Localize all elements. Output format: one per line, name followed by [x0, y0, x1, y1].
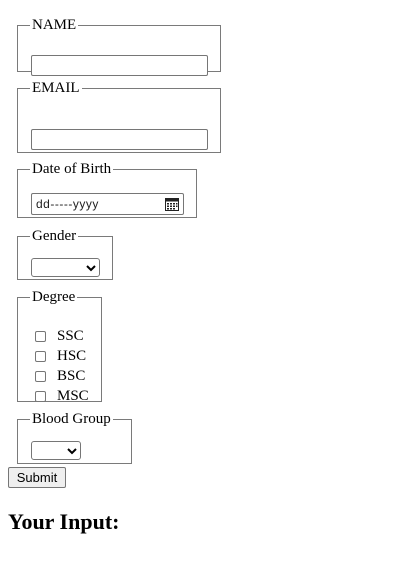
blood-group-legend: Blood Group — [32, 411, 111, 427]
chevron-down-icon — [67, 448, 77, 455]
email-fieldset: EMAIL — [17, 80, 221, 153]
degree-option-ssc[interactable]: SSC — [35, 327, 84, 345]
email-legend: EMAIL — [32, 80, 80, 96]
page: NAME EMAIL Date of Birth dd-----yyyy Gen… — [0, 0, 417, 580]
dob-legend: Date of Birth — [32, 161, 112, 177]
hsc-checkbox[interactable] — [35, 350, 46, 362]
calendar-icon[interactable] — [165, 197, 179, 211]
msc-checkbox[interactable] — [35, 390, 46, 402]
degree-option-bsc[interactable]: BSC — [35, 367, 85, 385]
blood-group-select[interactable] — [31, 441, 81, 460]
dob-fieldset: Date of Birth dd-----yyyy — [17, 161, 197, 218]
chevron-down-icon — [86, 265, 96, 272]
ssc-checkbox[interactable] — [35, 330, 46, 342]
ssc-label: SSC — [57, 327, 84, 344]
msc-label: MSC — [57, 387, 89, 404]
hsc-label: HSC — [57, 347, 87, 364]
email-input[interactable] — [31, 129, 208, 150]
gender-legend: Gender — [32, 228, 77, 244]
blood-group-fieldset: Blood Group — [17, 411, 132, 464]
degree-legend: Degree — [32, 289, 76, 305]
gender-fieldset: Gender — [17, 228, 113, 280]
submit-button[interactable]: Submit — [8, 467, 66, 488]
degree-option-msc[interactable]: MSC — [35, 387, 89, 405]
degree-fieldset: Degree SSC HSC BSC MSC — [17, 289, 102, 405]
gender-select[interactable] — [31, 258, 100, 277]
name-legend: NAME — [32, 17, 77, 33]
name-input[interactable] — [31, 55, 208, 76]
output-heading: Your Input: — [8, 509, 120, 534]
dob-input[interactable]: dd-----yyyy — [31, 193, 184, 215]
bsc-label: BSC — [57, 367, 86, 384]
name-fieldset: NAME — [17, 17, 221, 76]
degree-option-hsc[interactable]: HSC — [35, 347, 86, 365]
bsc-checkbox[interactable] — [35, 370, 46, 382]
dob-placeholder: dd-----yyyy — [36, 197, 99, 211]
